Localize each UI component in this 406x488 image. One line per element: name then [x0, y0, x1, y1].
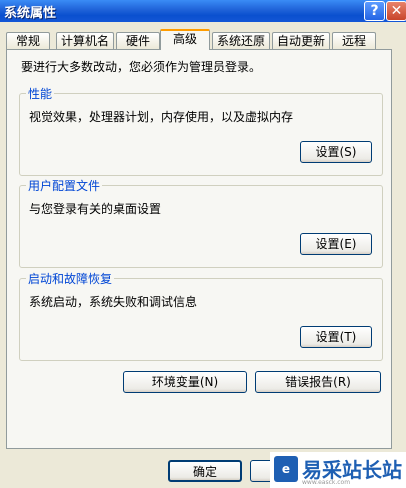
close-button[interactable]: ✕ — [386, 1, 406, 21]
tab-system-restore[interactable]: 系统还原 — [212, 32, 270, 49]
tab-remote[interactable]: 远程 — [332, 32, 376, 49]
startup-recovery-group: 启动和故障恢复 系统启动，系统失败和调试信息 设置(T) — [19, 270, 383, 361]
performance-settings-button[interactable]: 设置(S) — [300, 141, 372, 163]
user-profiles-group: 用户配置文件 与您登录有关的桌面设置 设置(E) — [19, 177, 383, 268]
performance-desc: 视觉效果，处理器计划，内存使用，以及虚拟内存 — [29, 110, 294, 124]
user-profiles-settings-button[interactable]: 设置(E) — [300, 233, 372, 255]
site-logo-icon: e — [274, 456, 298, 482]
tab-hardware[interactable]: 硬件 — [116, 32, 160, 49]
watermark-url: www.easck.com — [302, 479, 351, 486]
startup-recovery-desc: 系统启动，系统失败和调试信息 — [29, 295, 198, 309]
tab-computer-name[interactable]: 计算机名 — [56, 32, 114, 49]
admin-notice: 要进行大多数改动，您必须作为管理员登录。 — [21, 60, 262, 74]
tab-general[interactable]: 常规 — [6, 32, 50, 49]
tab-auto-update[interactable]: 自动更新 — [272, 32, 330, 49]
performance-group: 性能 视觉效果，处理器计划，内存使用，以及虚拟内存 设置(S) — [19, 85, 383, 176]
performance-title: 性能 — [26, 85, 55, 102]
startup-recovery-settings-button[interactable]: 设置(T) — [300, 326, 372, 348]
startup-recovery-title: 启动和故障恢复 — [26, 270, 115, 287]
watermark: e 易采站长站 www.easck.com — [270, 452, 406, 488]
ok-button[interactable]: 确定 — [168, 460, 242, 482]
help-icon: ? — [370, 3, 379, 19]
environment-variables-button[interactable]: 环境变量(N) — [123, 371, 247, 393]
close-icon: ✕ — [390, 3, 403, 19]
error-reporting-button[interactable]: 错误报告(R) — [255, 371, 381, 393]
user-profiles-desc: 与您登录有关的桌面设置 — [29, 202, 162, 216]
user-profiles-title: 用户配置文件 — [26, 177, 103, 194]
help-button[interactable]: ? — [364, 1, 385, 21]
advanced-panel: 要进行大多数改动，您必须作为管理员登录。 性能 视觉效果，处理器计划，内存使用，… — [6, 49, 392, 449]
tab-advanced[interactable]: 高级 — [160, 29, 210, 50]
window-title: 系统属性 — [4, 6, 57, 21]
title-bar: 系统属性 ? ✕ — [0, 0, 406, 22]
